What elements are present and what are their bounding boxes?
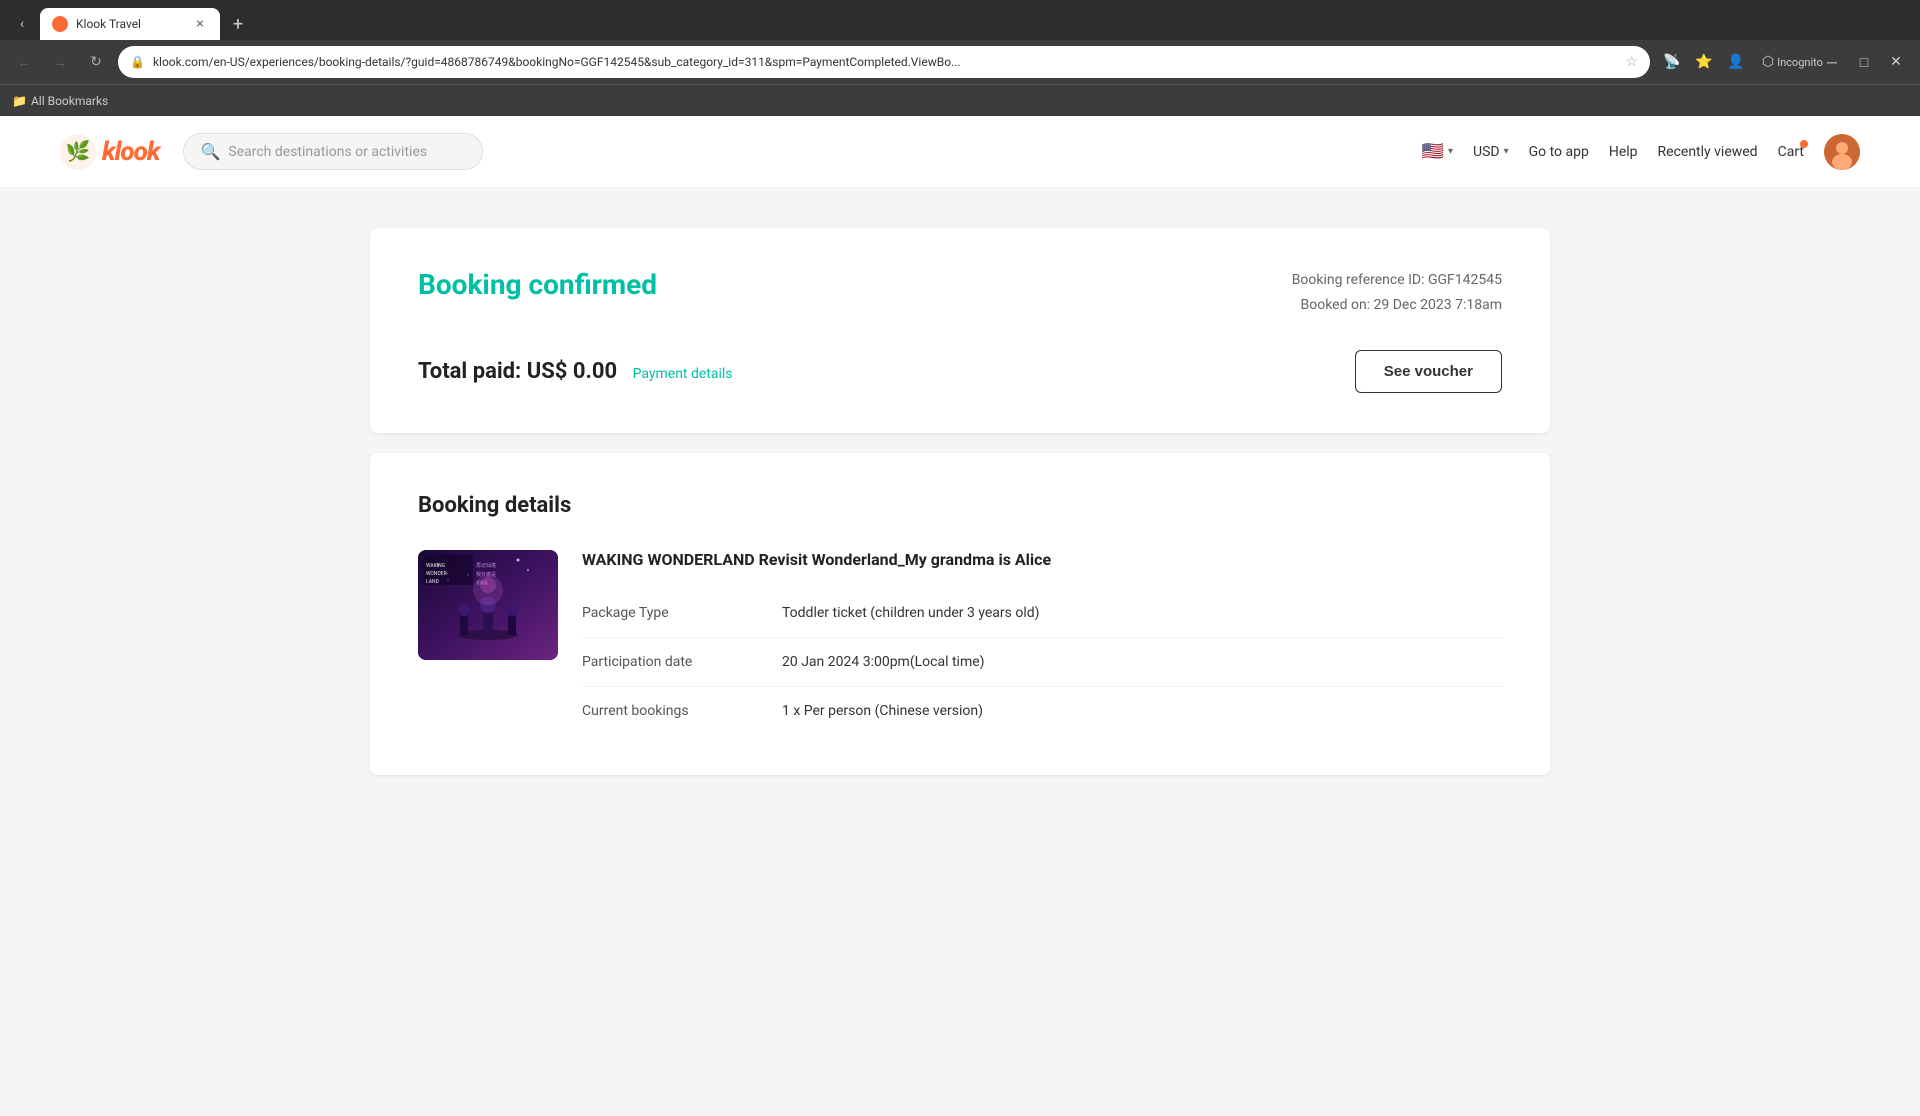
tab-back-icon[interactable]: ‹ bbox=[8, 10, 36, 38]
currency-dropdown-arrow: ▾ bbox=[1504, 146, 1509, 157]
main-content: Booking confirmed Booking reference ID: … bbox=[350, 188, 1570, 815]
activity-row: WAKING WONDER- LAND 再访仙境 我外婆是 爱丽丝 WAKING… bbox=[418, 550, 1502, 735]
booking-reference: Booking reference ID: GGF142545 Booked o… bbox=[1292, 268, 1502, 318]
activity-image: WAKING WONDER- LAND 再访仙境 我外婆是 爱丽丝 bbox=[418, 550, 558, 660]
avatar[interactable] bbox=[1824, 134, 1860, 170]
booking-ref-id: Booking reference ID: GGF142545 bbox=[1292, 268, 1502, 293]
cast-icon[interactable]: 📡 bbox=[1658, 48, 1686, 76]
detail-value: Toddler ticket (children under 3 years o… bbox=[782, 605, 1040, 621]
close-button[interactable]: ✕ bbox=[1882, 48, 1910, 76]
help-link[interactable]: Help bbox=[1609, 144, 1638, 160]
detail-row: Current bookings 1 x Per person (Chinese… bbox=[582, 687, 1502, 735]
booking-confirmed-card: Booking confirmed Booking reference ID: … bbox=[370, 228, 1550, 433]
svg-text:LAND: LAND bbox=[426, 579, 439, 585]
flag-icon: 🇺🇸 bbox=[1422, 141, 1444, 162]
booking-details-card: Booking details bbox=[370, 453, 1550, 775]
total-paid-label: Total paid: US$ 0.00 bbox=[418, 359, 617, 384]
detail-value: 20 Jan 2024 3:00pm(Local time) bbox=[782, 654, 985, 670]
address-bar[interactable]: 🔒 klook.com/en-US/experiences/booking-de… bbox=[118, 46, 1650, 78]
detail-value: 1 x Per person (Chinese version) bbox=[782, 703, 983, 719]
booked-on: Booked on: 29 Dec 2023 7:18am bbox=[1292, 293, 1502, 318]
back-button[interactable]: ← bbox=[10, 48, 38, 76]
activity-title: WAKING WONDERLAND Revisit Wonderland_My … bbox=[582, 550, 1502, 569]
bookmark-icon[interactable]: ☆ bbox=[1625, 54, 1638, 70]
activity-poster-svg: WAKING WONDER- LAND 再访仙境 我外婆是 爱丽丝 bbox=[418, 550, 558, 660]
new-tab-button[interactable]: + bbox=[224, 10, 252, 38]
active-tab[interactable]: Klook Travel × bbox=[40, 8, 220, 40]
svg-text:WAKING: WAKING bbox=[426, 563, 446, 569]
svg-text:我外婆是: 我外婆是 bbox=[476, 571, 496, 578]
payment-details-link[interactable]: Payment details bbox=[633, 366, 733, 382]
booking-confirmed-title: Booking confirmed bbox=[418, 268, 657, 301]
site-header: 🌿 klook 🔍 Search destinations or activit… bbox=[0, 116, 1920, 188]
page-content: 🌿 klook 🔍 Search destinations or activit… bbox=[0, 116, 1920, 1116]
maximize-button[interactable]: □ bbox=[1850, 48, 1878, 76]
header-nav: 🇺🇸 ▾ USD ▾ Go to app Help Recently viewe… bbox=[1422, 134, 1860, 170]
tab-favicon bbox=[52, 16, 68, 32]
cart-link[interactable]: Cart bbox=[1778, 144, 1804, 160]
detail-label: Participation date bbox=[582, 654, 762, 670]
url-text: klook.com/en-US/experiences/booking-deta… bbox=[153, 55, 1617, 69]
search-bar[interactable]: 🔍 Search destinations or activities bbox=[183, 133, 483, 170]
activity-image-inner: WAKING WONDER- LAND 再访仙境 我外婆是 爱丽丝 bbox=[418, 550, 558, 660]
currency-selector[interactable]: USD ▾ bbox=[1473, 144, 1509, 160]
payment-row: Total paid: US$ 0.00 Payment details See… bbox=[418, 350, 1502, 393]
svg-text:WONDER-: WONDER- bbox=[426, 571, 449, 577]
language-selector[interactable]: 🇺🇸 ▾ bbox=[1422, 141, 1453, 162]
browser-tabs: ‹ Klook Travel × + bbox=[0, 0, 1920, 40]
minimize-button[interactable]: ─ bbox=[1818, 48, 1846, 76]
toolbar-icons: 📡 ⭐ 👤 ⬡ Incognito ─ □ ✕ bbox=[1658, 48, 1910, 76]
activity-details: WAKING WONDERLAND Revisit Wonderland_My … bbox=[582, 550, 1502, 735]
bookmarks-label: All Bookmarks bbox=[31, 94, 108, 108]
svg-text:爱丽丝: 爱丽丝 bbox=[476, 579, 488, 585]
forward-button[interactable]: → bbox=[46, 48, 74, 76]
tab-close-button[interactable]: × bbox=[192, 16, 208, 32]
logo[interactable]: 🌿 klook bbox=[60, 134, 159, 170]
see-voucher-button[interactable]: See voucher bbox=[1355, 350, 1502, 393]
go-to-app-link[interactable]: Go to app bbox=[1529, 144, 1589, 160]
detail-rows: Package Type Toddler ticket (children un… bbox=[582, 589, 1502, 735]
search-placeholder-text: Search destinations or activities bbox=[228, 144, 427, 160]
payment-left: Total paid: US$ 0.00 Payment details bbox=[418, 359, 733, 384]
svg-text:🌿: 🌿 bbox=[66, 139, 91, 163]
svg-text:再访仙境: 再访仙境 bbox=[476, 562, 496, 569]
cart-dot bbox=[1800, 140, 1808, 148]
all-bookmarks[interactable]: 📁 All Bookmarks bbox=[12, 94, 108, 108]
lang-dropdown-arrow: ▾ bbox=[1448, 146, 1453, 157]
recently-viewed-link[interactable]: Recently viewed bbox=[1658, 144, 1758, 160]
search-icon: 🔍 bbox=[200, 142, 220, 161]
logo-text: klook bbox=[102, 137, 159, 167]
incognito-label: Incognito bbox=[1786, 48, 1814, 76]
detail-row: Package Type Toddler ticket (children un… bbox=[582, 589, 1502, 638]
refresh-button[interactable]: ↻ bbox=[82, 48, 110, 76]
bookmark-star-icon[interactable]: ⭐ bbox=[1690, 48, 1718, 76]
booking-details-title: Booking details bbox=[418, 493, 1502, 518]
tab-title: Klook Travel bbox=[76, 17, 184, 31]
logo-icon: 🌿 bbox=[60, 134, 96, 170]
profile-icon[interactable]: 👤 bbox=[1722, 48, 1750, 76]
detail-row: Participation date 20 Jan 2024 3:00pm(Lo… bbox=[582, 638, 1502, 687]
detail-label: Current bookings bbox=[582, 703, 762, 719]
detail-label: Package Type bbox=[582, 605, 762, 621]
browser-toolbar: ← → ↻ 🔒 klook.com/en-US/experiences/book… bbox=[0, 40, 1920, 84]
currency-label: USD bbox=[1473, 144, 1500, 160]
booking-confirmed-row: Booking confirmed Booking reference ID: … bbox=[418, 268, 1502, 318]
browser-chrome: ‹ Klook Travel × + ← → ↻ 🔒 klook.com/en-… bbox=[0, 0, 1920, 116]
avatar-image bbox=[1824, 134, 1860, 170]
